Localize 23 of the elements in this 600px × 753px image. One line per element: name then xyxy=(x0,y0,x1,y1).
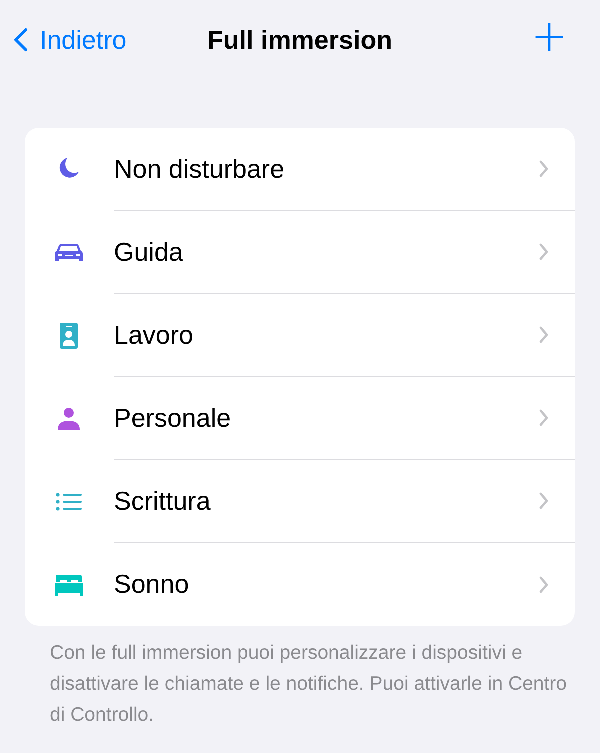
chevron-icon xyxy=(539,160,549,178)
focus-mode-row[interactable]: Personale xyxy=(25,377,575,460)
focus-mode-row[interactable]: Non disturbare xyxy=(25,128,575,211)
chevron-icon xyxy=(539,326,549,344)
focus-mode-label: Scrittura xyxy=(114,486,211,516)
page-title: Full immersion xyxy=(208,24,392,56)
focus-mode-label: Guida xyxy=(114,236,184,268)
chevron-icon xyxy=(539,576,549,594)
back-chevron-icon xyxy=(14,28,28,52)
footer-note: Con le full immersion puoi personalizzare i dispositivi e disattivare le chiamate e le notifiche. Puoi attivarle in Centro di Controllo. xyxy=(50,641,568,728)
focus-mode-label: Personale xyxy=(114,402,232,434)
focus-mode-label: Non disturbare xyxy=(114,154,285,184)
back-button[interactable]: Indietro xyxy=(14,24,127,56)
focus-mode-row[interactable]: Sonno xyxy=(25,543,575,626)
focus-mode-row[interactable]: Guida xyxy=(25,211,575,294)
add-button[interactable]: + xyxy=(531,15,586,65)
focus-mode-row[interactable]: Scrittura xyxy=(25,460,575,543)
focus-mode-row[interactable]: Lavoro xyxy=(25,294,575,377)
chevron-icon xyxy=(539,243,549,261)
chevron-icon xyxy=(539,492,549,510)
focus-mode-label: Sonno xyxy=(114,569,190,600)
chevron-icon xyxy=(539,409,549,427)
focus-mode-label: Lavoro xyxy=(114,320,194,350)
